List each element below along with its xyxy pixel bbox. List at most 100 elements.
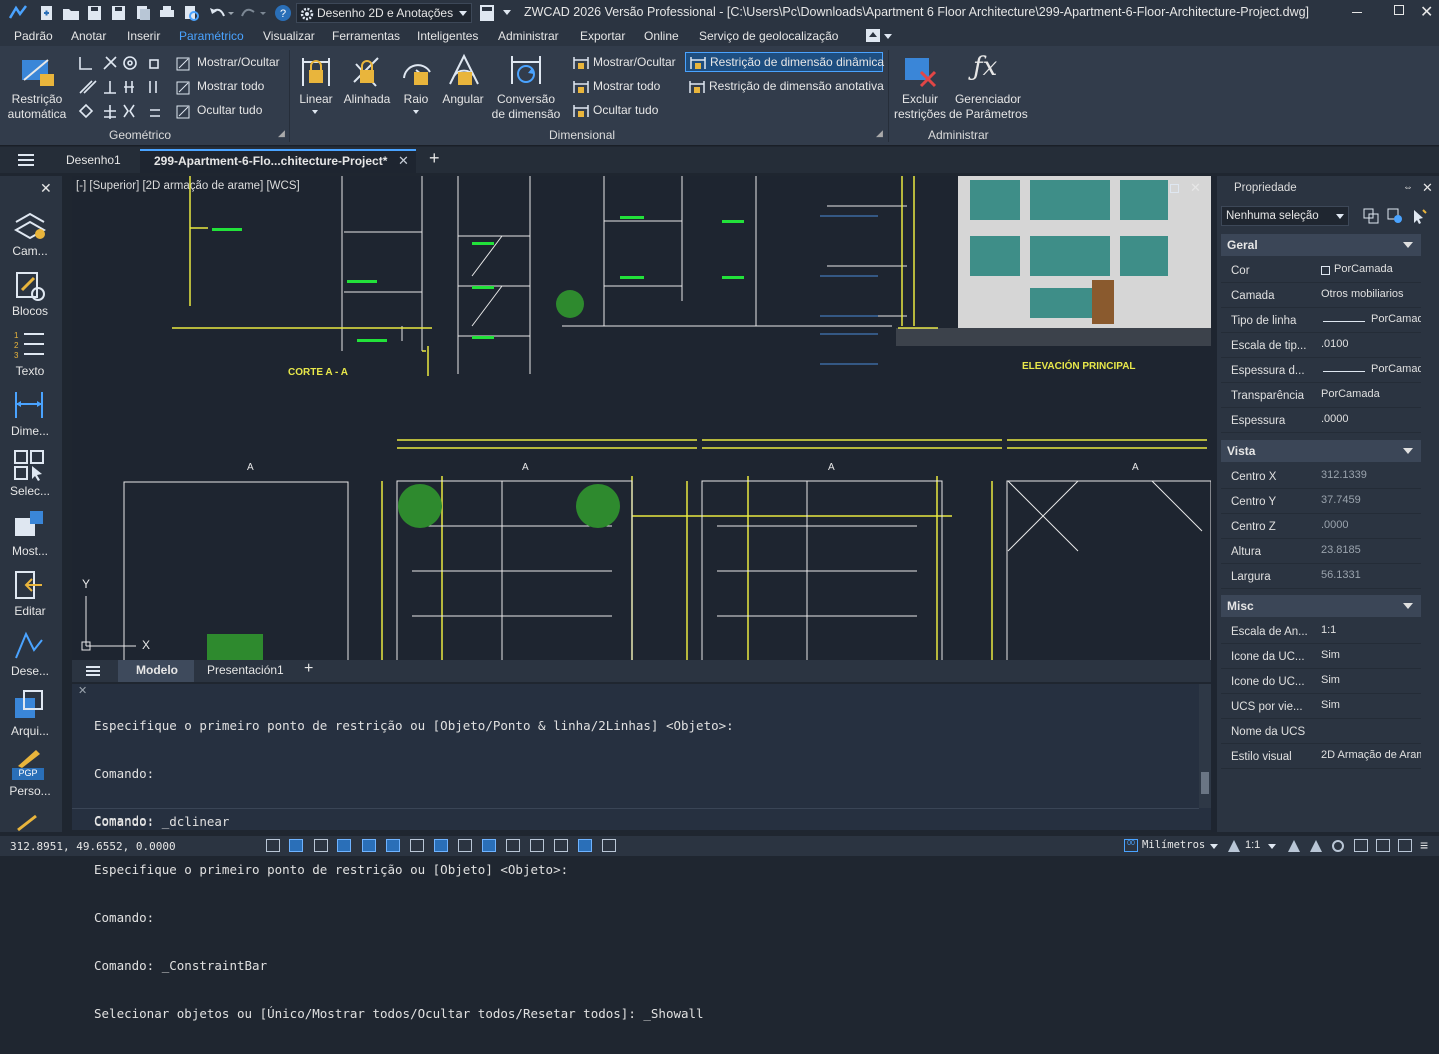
annotation-monitor-icon[interactable] — [554, 839, 568, 852]
ribbon-minimize-button[interactable] — [866, 29, 880, 42]
menu-anotar[interactable]: Anotar — [71, 29, 106, 43]
ribbon-options-chevron-icon[interactable] — [884, 34, 892, 39]
tab-presentacion1[interactable]: Presentación1 — [207, 663, 284, 677]
linear-button[interactable]: Linear — [294, 50, 338, 122]
otrack-toggle-icon[interactable] — [386, 839, 400, 852]
prop-row-estilo-visual[interactable]: Estilo visual 2D Armação de Arame — [1221, 744, 1421, 769]
dimension-tool-button[interactable]: Dime... — [4, 386, 52, 442]
annotation-scale-value[interactable]: 1:1 — [1245, 839, 1260, 851]
minimize-icon[interactable] — [1352, 12, 1362, 13]
save-as-icon[interactable] — [110, 4, 128, 22]
menu-padrao[interactable]: Padrão — [14, 29, 53, 43]
plot-preview-icon[interactable] — [182, 4, 200, 22]
ortho-toggle-icon[interactable] — [314, 839, 328, 852]
auto-constrain-button[interactable]: Restrição automática — [6, 50, 68, 122]
command-input[interactable]: Comando: — [72, 808, 1199, 830]
help-icon[interactable]: ? — [274, 4, 292, 22]
layout-menu-icon[interactable] — [86, 666, 100, 676]
menu-parametrico[interactable]: Paramétrico — [179, 29, 244, 43]
convert-dimension-button[interactable]: Conversão de dimensão — [490, 50, 562, 122]
more-tools-icon[interactable] — [14, 812, 48, 832]
ducs-toggle-icon[interactable] — [410, 839, 424, 852]
clean-screen-icon[interactable] — [1376, 839, 1390, 852]
menu-visualizar[interactable]: Visualizar — [263, 29, 315, 43]
geo-show-hide-label[interactable]: Mostrar/Ocultar — [197, 55, 280, 69]
quick-select-icon[interactable] — [1411, 208, 1427, 224]
chevron-down-icon[interactable] — [1268, 844, 1276, 849]
annotation-visibility-icon[interactable] — [1286, 839, 1302, 853]
prop-row-altura[interactable]: Altura 23.8185 — [1221, 539, 1421, 564]
quick-props-toggle-icon[interactable] — [506, 839, 520, 852]
prop-row-camada[interactable]: Camada Otros mobiliarios — [1221, 283, 1421, 308]
toolbar-close-icon[interactable]: ✕ — [40, 180, 52, 197]
hamburger-menu-icon[interactable] — [18, 154, 34, 166]
text-tool-button[interactable]: 123 Texto — [4, 326, 52, 382]
prop-row-escala-tipo[interactable]: Escala de tip... .0100 — [1221, 333, 1421, 358]
coordinates-readout[interactable]: 312.8951, 49.6552, 0.0000 — [10, 840, 176, 853]
undo-icon[interactable] — [208, 4, 234, 22]
prop-row-espessura[interactable]: Espessura .0000 — [1221, 408, 1421, 433]
tab-model[interactable]: Modelo — [118, 660, 194, 682]
dim-show-hide-label[interactable]: Mostrar/Ocultar — [593, 55, 676, 69]
geo-hide-all-label[interactable]: Ocultar tudo — [197, 103, 262, 117]
prop-row-icone-ucs[interactable]: Ícone da UC... Sim — [1221, 644, 1421, 669]
tab-close-icon[interactable]: ✕ — [398, 153, 409, 169]
selection-cycling-icon[interactable] — [530, 839, 544, 852]
blocks-tool-button[interactable]: Blocos — [4, 266, 52, 322]
menu-online[interactable]: Online — [644, 29, 679, 43]
dim-hide-all-label[interactable]: Ocultar tudo — [593, 103, 658, 117]
lock-ui-icon[interactable] — [1354, 839, 1368, 852]
section-misc[interactable]: Misc — [1221, 595, 1421, 617]
section-geral[interactable]: Geral — [1221, 234, 1421, 256]
save-icon[interactable] — [86, 4, 104, 22]
dim-show-all-label[interactable]: Mostrar todo — [593, 79, 660, 93]
grid-toggle-icon[interactable] — [266, 839, 280, 852]
drawing-canvas[interactable]: [-] [Superior] [2D armação de arame] [WC… — [72, 176, 1211, 660]
auto-scale-icon[interactable] — [1308, 839, 1324, 853]
prop-row-centro-z[interactable]: Centro Z .0000 — [1221, 514, 1421, 539]
publish-icon[interactable] — [134, 4, 152, 22]
edit-tool-button[interactable]: Editar — [4, 566, 52, 622]
redo-icon[interactable] — [240, 4, 266, 22]
close-icon[interactable]: ✕ — [1420, 2, 1433, 22]
prop-row-nome-ucs[interactable]: Nome da UCS — [1221, 719, 1421, 744]
delete-constraints-button[interactable]: Excluir restrições — [891, 50, 949, 122]
select-objects-icon[interactable] — [1387, 208, 1403, 224]
tab-project[interactable]: 299-Apartment-6-Flo...chitecture-Project… — [140, 149, 416, 173]
lineweight-toggle-icon[interactable] — [458, 839, 472, 852]
prop-row-centro-y[interactable]: Centro Y 37.7459 — [1221, 489, 1421, 514]
prop-row-icone-ucs-origem[interactable]: Ícone do UC... Sim — [1221, 669, 1421, 694]
open-file-icon[interactable] — [62, 4, 80, 22]
archive-tool-button[interactable]: Arqui... — [4, 686, 52, 742]
prop-row-ucs-viewport[interactable]: UCS por vie... Sim — [1221, 694, 1421, 719]
panel-expand-icon[interactable]: ◢ — [876, 128, 883, 139]
units-selector[interactable]: 00 Milímetros — [1124, 838, 1220, 854]
customize-tool-button[interactable]: PGP Perso... — [4, 746, 52, 802]
osnap-toggle-icon[interactable] — [362, 839, 376, 852]
tab-desenho1[interactable]: Desenho1 — [52, 150, 138, 172]
dyn-toggle-icon[interactable] — [434, 839, 448, 852]
snap-toggle-icon[interactable] — [289, 839, 303, 852]
panel-close-icon[interactable]: ✕ — [1422, 180, 1433, 196]
draw-tool-button[interactable]: Dese... — [4, 626, 52, 682]
menu-geolocalizacao[interactable]: Serviço de geolocalização — [699, 29, 838, 43]
radius-button[interactable]: Raio — [396, 50, 436, 122]
customize-status-icon[interactable]: ≡ — [1420, 837, 1428, 853]
calculator-icon[interactable] — [478, 4, 496, 22]
select-tool-button[interactable]: Selec... — [4, 446, 52, 502]
menu-exportar[interactable]: Exportar — [580, 29, 625, 43]
viewport-close-icon[interactable]: ✕ — [1190, 180, 1201, 196]
workspace-switch-icon[interactable] — [1330, 839, 1346, 853]
polar-toggle-icon[interactable] — [337, 839, 351, 852]
display-tool-button[interactable]: Most... — [4, 506, 52, 562]
menu-administrar[interactable]: Administrar — [498, 29, 559, 43]
prop-row-tipo-linha[interactable]: Tipo de linha PorCamada — [1221, 308, 1421, 333]
command-scrollbar[interactable] — [1199, 684, 1211, 808]
dynamic-constraint-mode-button[interactable]: Restrição de dimensão dinâmica — [685, 52, 884, 72]
menu-inserir[interactable]: Inserir — [127, 29, 160, 43]
isolate-objects-icon[interactable] — [578, 839, 592, 852]
viewport-maximize-icon[interactable] — [1170, 184, 1179, 193]
prop-row-espessura-d[interactable]: Espessura d... PorCamada — [1221, 358, 1421, 383]
prop-row-transparencia[interactable]: Transparência PorCamada — [1221, 383, 1421, 408]
fullscreen-icon[interactable] — [1398, 839, 1412, 852]
